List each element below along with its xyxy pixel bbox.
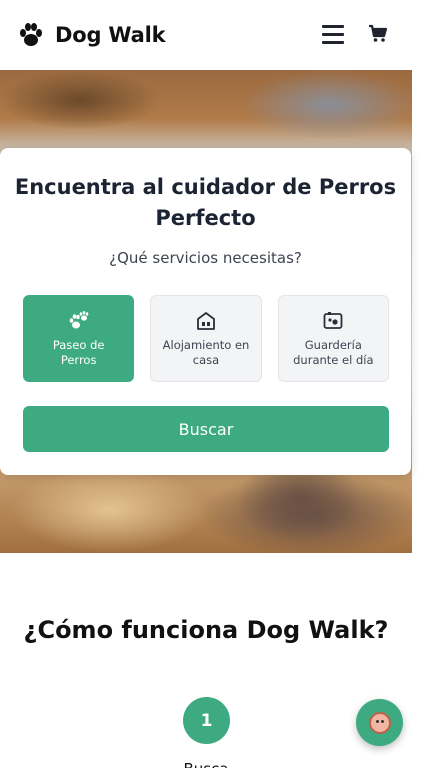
search-card-title: Encuentra al cuidador de Perros Perfecto <box>14 175 397 230</box>
paw-icon <box>69 311 88 329</box>
search-card: Encuentra al cuidador de Perros Perfecto… <box>0 148 411 475</box>
service-options: Paseo de Perros Alojamiento en casa Guar… <box>23 295 389 382</box>
house-icon <box>197 312 215 330</box>
step-number-badge: 1 <box>183 697 230 744</box>
brand-logo[interactable]: Dog Walk <box>17 21 166 49</box>
option-label: Guardería durante el día <box>293 338 374 367</box>
search-button[interactable]: Buscar <box>23 406 389 452</box>
how-it-works-title: ¿Cómo funciona Dog Walk? <box>23 616 389 644</box>
top-header: Dog Walk <box>0 0 412 70</box>
hamburger-menu-icon[interactable] <box>322 25 344 45</box>
brand-name: Dog Walk <box>55 23 166 47</box>
option-guarderia-durante-el-dia[interactable]: Guardería durante el día <box>277 295 389 382</box>
daycare-icon <box>323 312 343 329</box>
option-alojamiento-en-casa[interactable]: Alojamiento en casa <box>150 295 262 382</box>
option-label: Alojamiento en casa <box>162 338 250 367</box>
dog-face-icon <box>368 711 391 734</box>
search-card-subtitle: ¿Qué servicios necesitas? <box>109 249 302 267</box>
chat-fab-button[interactable] <box>356 699 403 746</box>
shopping-cart-icon[interactable] <box>368 24 388 44</box>
paw-icon <box>20 23 42 46</box>
option-label: Paseo de Perros <box>52 338 105 367</box>
step-label: Busca <box>150 760 262 768</box>
option-paseo-de-perros[interactable]: Paseo de Perros <box>23 295 135 382</box>
